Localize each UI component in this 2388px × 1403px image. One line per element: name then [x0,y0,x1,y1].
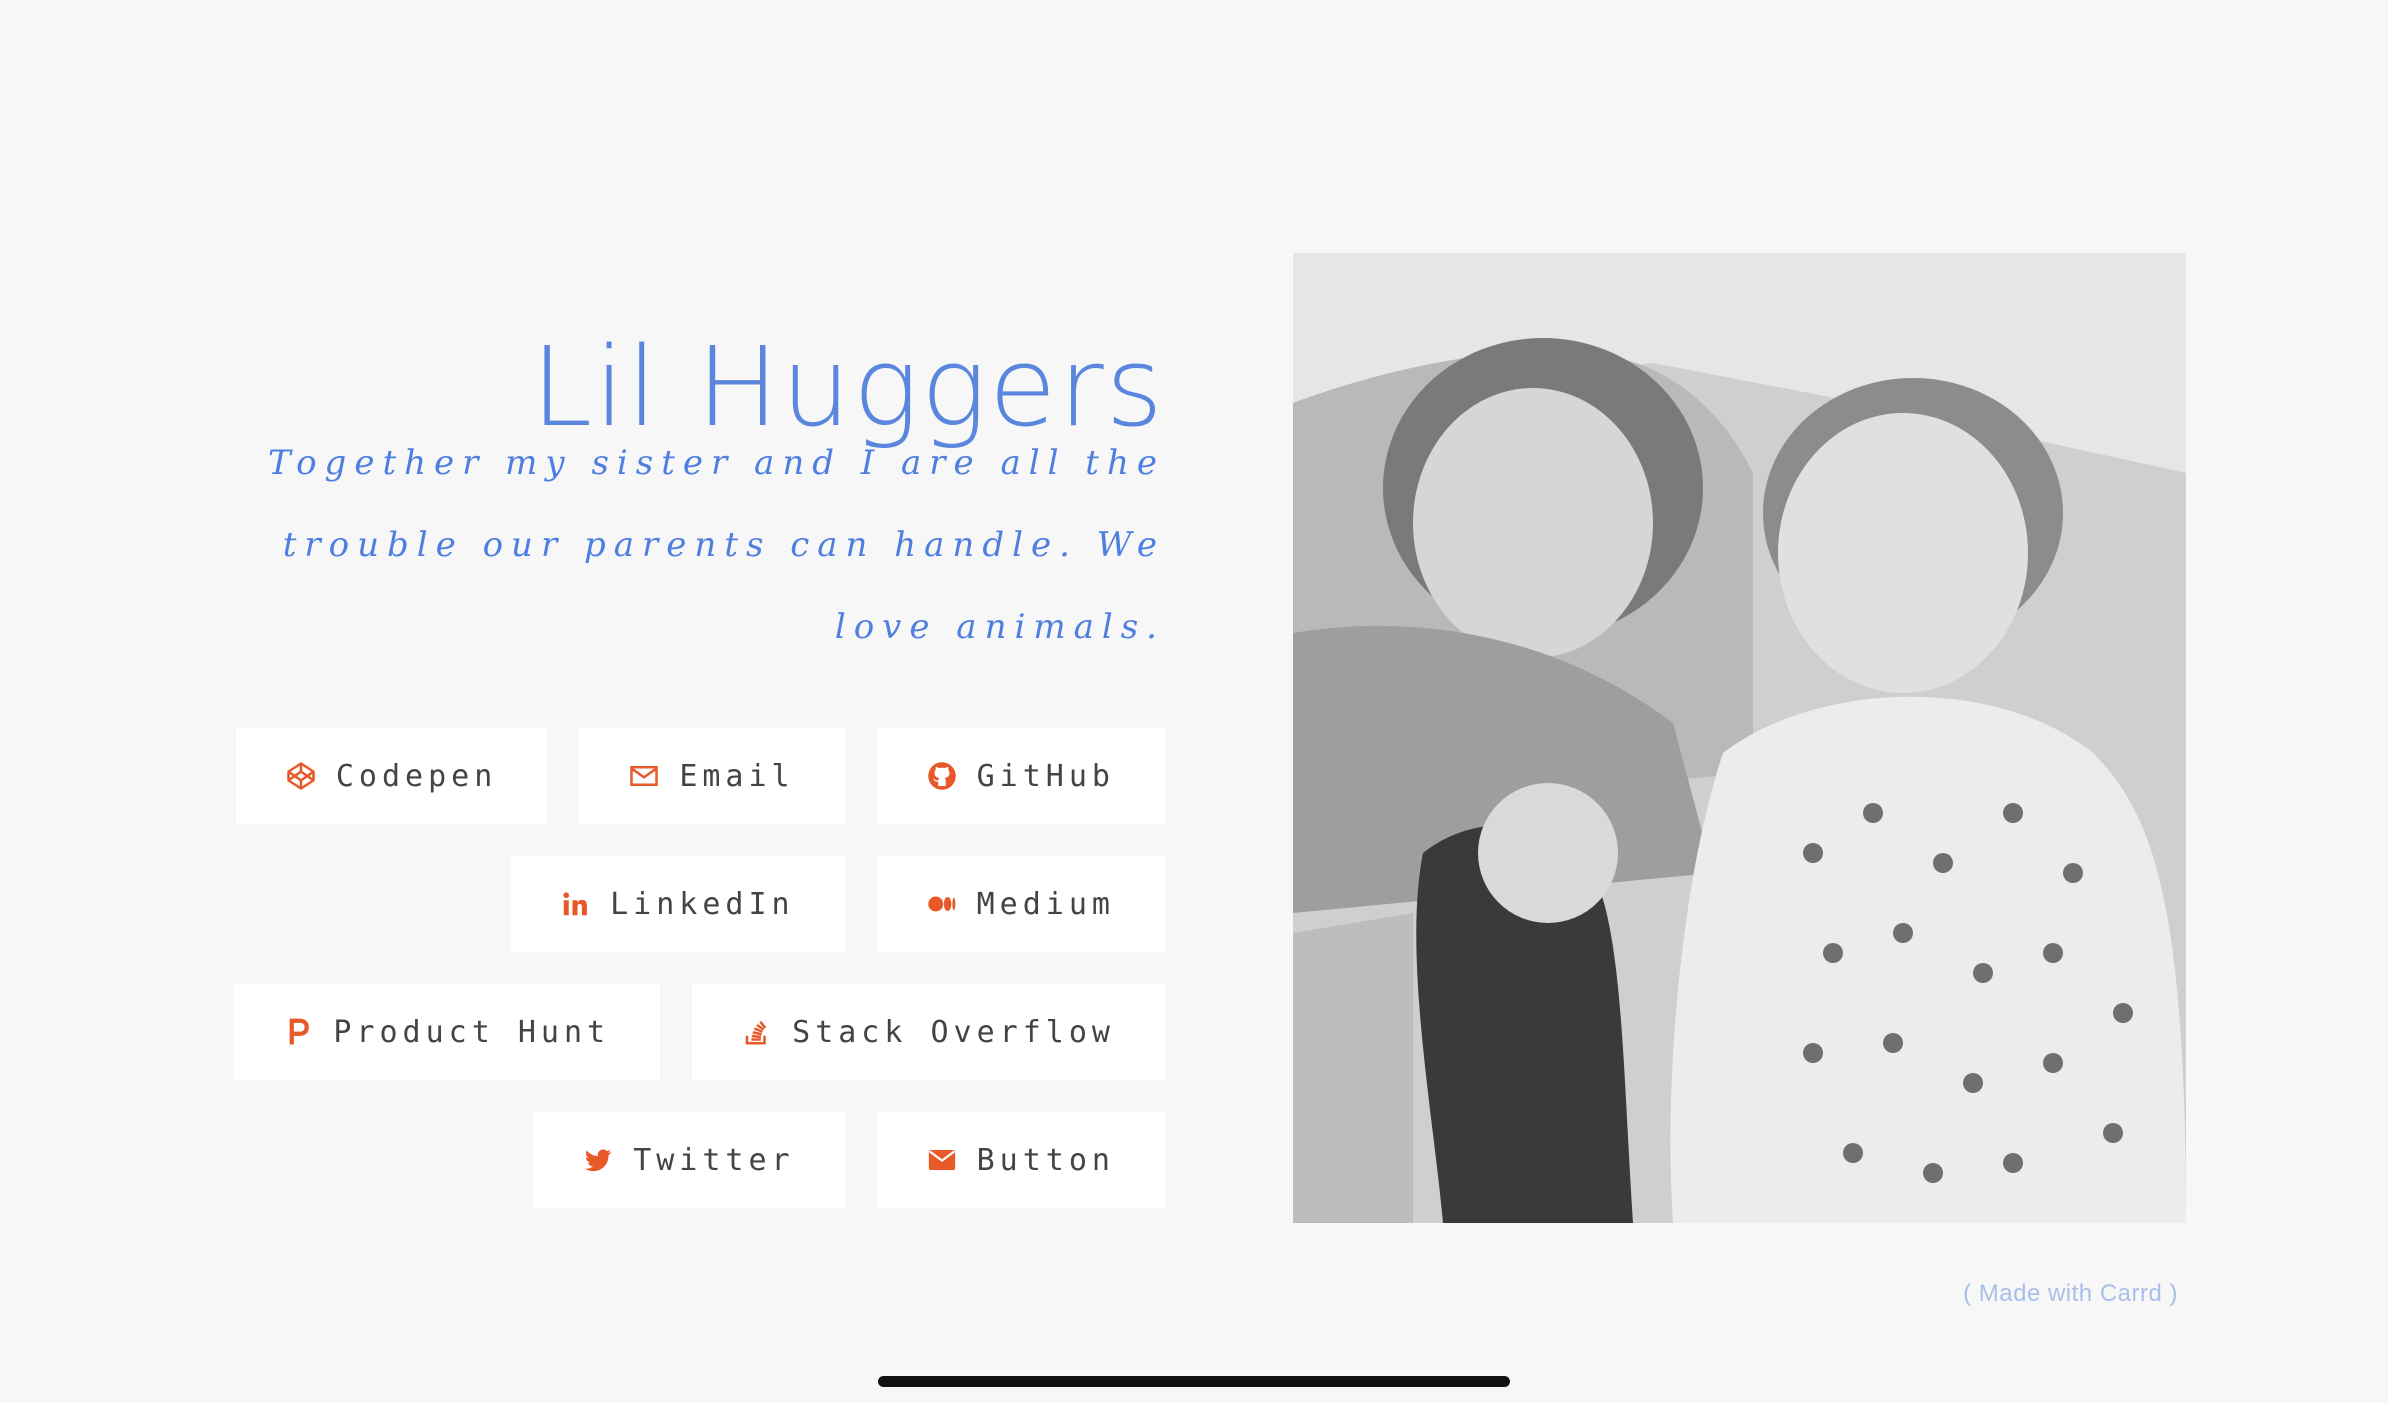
envelope-outline-icon [629,761,659,791]
stack-overflow-icon [742,1017,772,1047]
codepen-button[interactable]: Codepen [235,728,548,824]
contact-label: Button [976,1142,1115,1178]
github-label: GitHub [976,758,1115,794]
link-buttons: Codepen Email GitHub LinkedIn Medium Pro… [165,728,1165,1240]
medium-button[interactable]: Medium [876,856,1165,952]
product-hunt-button[interactable]: Product Hunt [233,984,661,1080]
button-row: Product Hunt Stack Overflow [165,984,1165,1080]
linkedin-icon [560,889,590,919]
twitter-icon [583,1145,613,1175]
product-hunt-label: Product Hunt [333,1014,611,1050]
stack-overflow-button[interactable]: Stack Overflow [692,984,1165,1080]
contact-button[interactable]: Button [876,1112,1165,1208]
twitter-button[interactable]: Twitter [533,1112,845,1208]
envelope-filled-icon [927,1145,957,1175]
home-indicator [878,1376,1510,1387]
codepen-label: Codepen [335,758,498,794]
button-row: Twitter Button [165,1112,1165,1208]
twitter-label: Twitter [633,1142,795,1178]
medium-label: Medium [976,886,1115,922]
linkedin-button[interactable]: LinkedIn [510,856,845,952]
email-button[interactable]: Email [579,728,845,824]
codepen-icon [286,761,316,791]
email-label: Email [679,758,795,794]
made-with-carrd-link[interactable]: ( Made with Carrd ) [1963,1280,2178,1308]
product-hunt-icon [283,1017,313,1047]
tagline: Together my sister and I are all the tro… [268,443,1165,647]
profile-photo [1293,253,2186,1223]
medium-icon [927,889,957,919]
page: Lil Huggers Together my sister and I are… [0,0,2388,1403]
button-row: Codepen Email GitHub [165,728,1165,824]
github-button[interactable]: GitHub [876,728,1165,824]
button-row: LinkedIn Medium [165,856,1165,952]
github-icon [927,761,957,791]
linkedin-label: LinkedIn [610,886,795,922]
stack-overflow-label: Stack Overflow [792,1014,1115,1050]
